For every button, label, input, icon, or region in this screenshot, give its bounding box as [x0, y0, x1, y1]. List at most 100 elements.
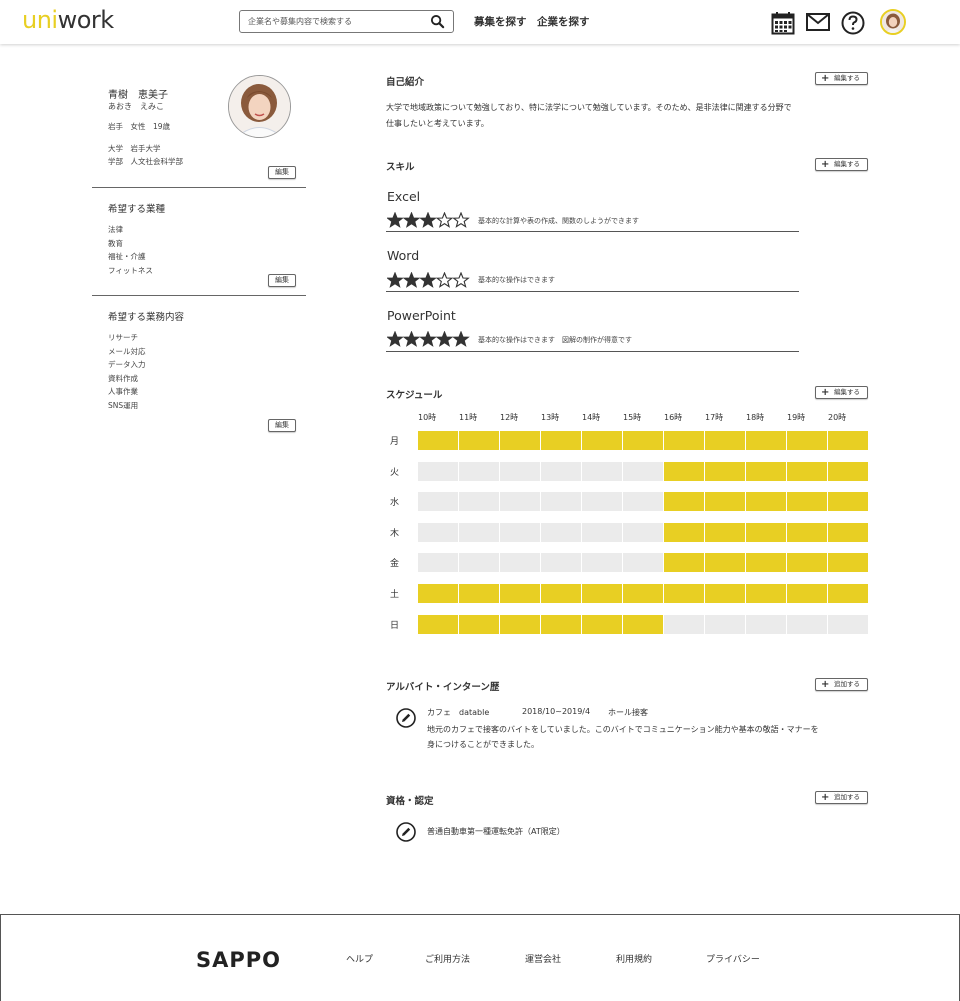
- schedule-cell-available[interactable]: [787, 553, 827, 573]
- footer-link-usage[interactable]: ご利用方法: [425, 952, 470, 965]
- schedule-cell-unavailable[interactable]: [459, 522, 499, 542]
- schedule-cell-available[interactable]: [787, 522, 827, 542]
- schedule-cell-unavailable[interactable]: [705, 614, 745, 634]
- schedule-cell-available[interactable]: [664, 584, 704, 603]
- schedule-cell-unavailable[interactable]: [500, 461, 540, 481]
- footer-link-terms[interactable]: 利用規約: [616, 952, 652, 965]
- schedule-cell-available[interactable]: [664, 492, 704, 512]
- schedule-cell-available[interactable]: [828, 492, 868, 512]
- edit-pencil-icon[interactable]: [396, 708, 416, 728]
- uniwork-logo[interactable]: uniwork: [22, 6, 114, 34]
- schedule-cell-available[interactable]: [787, 431, 827, 450]
- schedule-cell-unavailable[interactable]: [500, 553, 540, 573]
- schedule-cell-available[interactable]: [500, 614, 540, 634]
- schedule-cell-unavailable[interactable]: [582, 461, 622, 481]
- schedule-cell-unavailable[interactable]: [541, 461, 581, 481]
- schedule-cell-available[interactable]: [459, 431, 499, 450]
- add-certification-button[interactable]: + 追加する: [815, 791, 868, 804]
- footer-link-company[interactable]: 運営会社: [525, 952, 561, 965]
- schedule-cell-available[interactable]: [705, 461, 745, 481]
- edit-schedule-button[interactable]: + 編集する: [815, 386, 868, 399]
- schedule-cell-available[interactable]: [541, 614, 581, 634]
- edit-self-intro-button[interactable]: + 編集する: [815, 72, 868, 85]
- schedule-cell-available[interactable]: [582, 431, 622, 450]
- schedule-cell-available[interactable]: [664, 431, 704, 450]
- schedule-cell-available[interactable]: [746, 461, 786, 481]
- schedule-cell-available[interactable]: [787, 492, 827, 512]
- edit-industry-button[interactable]: 編集: [268, 274, 296, 287]
- schedule-cell-available[interactable]: [705, 522, 745, 542]
- schedule-cell-available[interactable]: [746, 492, 786, 512]
- schedule-cell-unavailable[interactable]: [459, 553, 499, 573]
- schedule-cell-available[interactable]: [705, 431, 745, 450]
- edit-pencil-icon[interactable]: [396, 822, 416, 842]
- schedule-cell-unavailable[interactable]: [418, 461, 458, 481]
- add-work-history-button[interactable]: + 追加する: [815, 678, 868, 691]
- schedule-cell-unavailable[interactable]: [787, 614, 827, 634]
- search-icon[interactable]: [430, 14, 445, 29]
- schedule-cell-unavailable[interactable]: [746, 614, 786, 634]
- schedule-cell-unavailable[interactable]: [459, 492, 499, 512]
- footer-link-help[interactable]: ヘルプ: [346, 952, 373, 965]
- schedule-cell-available[interactable]: [828, 461, 868, 481]
- mail-icon[interactable]: [806, 13, 830, 31]
- schedule-cell-unavailable[interactable]: [582, 492, 622, 512]
- schedule-cell-available[interactable]: [828, 584, 868, 603]
- schedule-cell-unavailable[interactable]: [623, 522, 663, 542]
- schedule-cell-available[interactable]: [705, 492, 745, 512]
- schedule-cell-available[interactable]: [787, 584, 827, 603]
- schedule-cell-unavailable[interactable]: [459, 461, 499, 481]
- schedule-cell-unavailable[interactable]: [418, 522, 458, 542]
- schedule-cell-unavailable[interactable]: [582, 522, 622, 542]
- footer-link-privacy[interactable]: プライバシー: [706, 952, 760, 965]
- nav-find-jobs[interactable]: 募集を探す: [474, 14, 527, 29]
- schedule-cell-unavailable[interactable]: [541, 492, 581, 512]
- schedule-cell-available[interactable]: [418, 431, 458, 450]
- schedule-cell-available[interactable]: [459, 584, 499, 603]
- schedule-cell-available[interactable]: [746, 431, 786, 450]
- schedule-cell-available[interactable]: [541, 584, 581, 603]
- edit-skills-button[interactable]: + 編集する: [815, 158, 868, 171]
- help-icon[interactable]: [841, 11, 865, 35]
- edit-work-button[interactable]: 編集: [268, 419, 296, 432]
- schedule-cell-available[interactable]: [828, 522, 868, 542]
- nav-find-companies[interactable]: 企業を探す: [537, 14, 590, 29]
- schedule-cell-unavailable[interactable]: [623, 492, 663, 512]
- schedule-cell-available[interactable]: [418, 584, 458, 603]
- schedule-cell-available[interactable]: [623, 614, 663, 634]
- schedule-cell-available[interactable]: [623, 431, 663, 450]
- schedule-cell-available[interactable]: [541, 431, 581, 450]
- schedule-cell-available[interactable]: [746, 584, 786, 603]
- schedule-cell-available[interactable]: [582, 614, 622, 634]
- schedule-cell-unavailable[interactable]: [541, 553, 581, 573]
- schedule-cell-unavailable[interactable]: [623, 461, 663, 481]
- calendar-icon[interactable]: [771, 11, 795, 35]
- schedule-cell-available[interactable]: [746, 522, 786, 542]
- schedule-cell-available[interactable]: [828, 553, 868, 573]
- schedule-cell-available[interactable]: [664, 461, 704, 481]
- schedule-cell-unavailable[interactable]: [541, 522, 581, 542]
- schedule-cell-available[interactable]: [828, 431, 868, 450]
- schedule-cell-unavailable[interactable]: [418, 492, 458, 512]
- schedule-cell-available[interactable]: [787, 461, 827, 481]
- schedule-cell-available[interactable]: [418, 614, 458, 634]
- schedule-cell-available[interactable]: [705, 553, 745, 573]
- schedule-cell-unavailable[interactable]: [828, 614, 868, 634]
- schedule-cell-unavailable[interactable]: [664, 614, 704, 634]
- user-avatar[interactable]: [880, 9, 906, 35]
- edit-profile-button[interactable]: 編集: [268, 166, 296, 179]
- search-input[interactable]: [248, 14, 428, 29]
- schedule-cell-available[interactable]: [582, 584, 622, 603]
- schedule-cell-unavailable[interactable]: [500, 522, 540, 542]
- schedule-cell-available[interactable]: [623, 584, 663, 603]
- schedule-cell-unavailable[interactable]: [623, 553, 663, 573]
- schedule-cell-unavailable[interactable]: [500, 492, 540, 512]
- footer-logo[interactable]: SAPPO: [196, 948, 281, 972]
- schedule-cell-available[interactable]: [459, 614, 499, 634]
- schedule-cell-available[interactable]: [746, 553, 786, 573]
- schedule-cell-available[interactable]: [500, 584, 540, 603]
- schedule-cell-available[interactable]: [664, 553, 704, 573]
- schedule-cell-available[interactable]: [705, 584, 745, 603]
- schedule-cell-available[interactable]: [664, 522, 704, 542]
- schedule-cell-available[interactable]: [500, 431, 540, 450]
